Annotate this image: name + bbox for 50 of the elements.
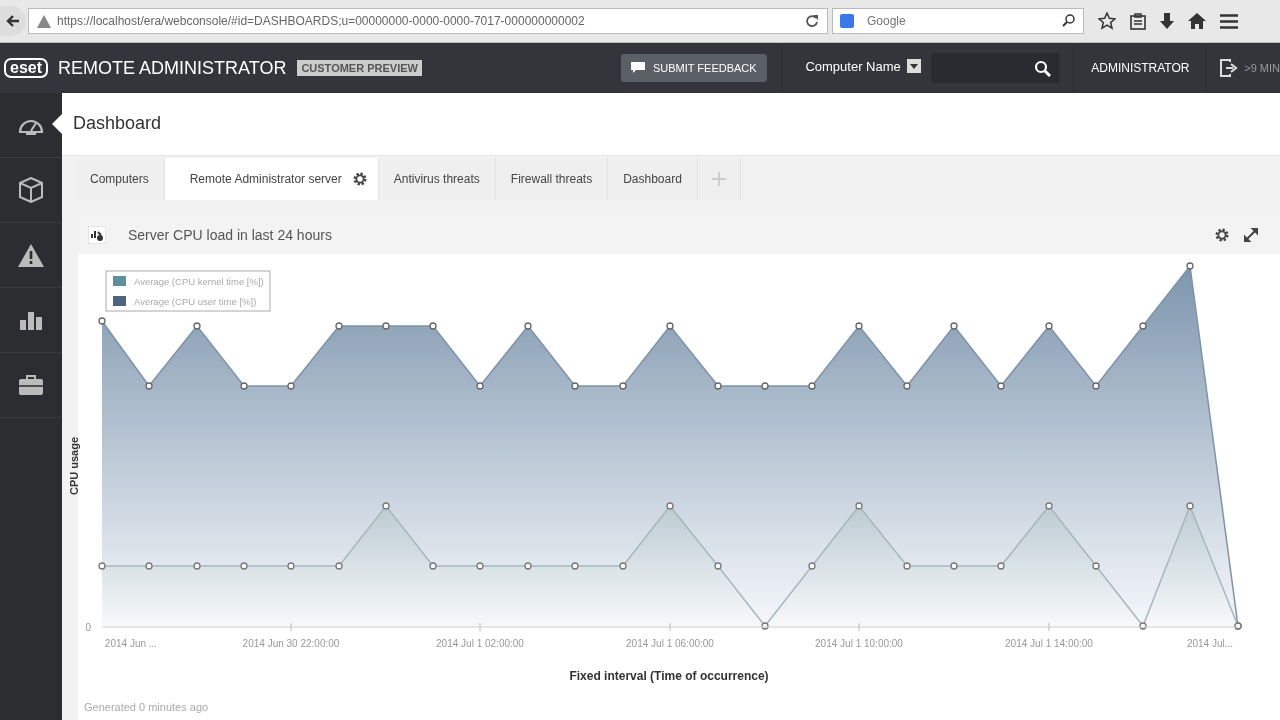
filter-dropdown[interactable]: Computer Name <box>795 58 931 74</box>
star-icon[interactable] <box>1098 12 1116 30</box>
warning-icon <box>18 243 44 267</box>
logout-button[interactable]: >9 MIN <box>1220 59 1280 77</box>
chart-type-icon[interactable] <box>88 226 106 244</box>
search-icon <box>1062 14 1075 27</box>
caret-icon <box>906 59 921 73</box>
y-axis-label: CPU usage <box>68 436 80 496</box>
search-field[interactable] <box>930 53 1059 83</box>
feedback-button[interactable]: SUBMIT FEEDBACK <box>620 54 767 82</box>
gear-icon[interactable] <box>351 171 368 187</box>
address-bar[interactable]: https://localhost/era/webconsole/#id=DASHBOARDS;u=00000000-0000-0000-7017-000000000002 <box>28 8 828 34</box>
menu-icon[interactable] <box>1220 13 1238 29</box>
briefcase-icon <box>19 375 43 395</box>
search-field[interactable]: Google <box>832 8 1084 34</box>
download-icon[interactable] <box>1160 12 1174 30</box>
x-tick-label: 2014 Jul 1 10:00:00 <box>815 638 903 649</box>
y-tick-label: 0 <box>85 622 91 633</box>
logout-icon <box>1220 59 1239 77</box>
tab[interactable]: Remote Administrator server <box>164 158 379 200</box>
back-button[interactable] <box>0 6 26 36</box>
user-name[interactable]: ADMINISTRATOR <box>1091 61 1190 75</box>
back-arrow-icon <box>5 13 21 29</box>
expand-icon[interactable] <box>1244 228 1258 242</box>
x-tick-label: 2014 Jun 30 22:00:00 <box>242 638 340 649</box>
page-title: Dashboard <box>62 93 1280 156</box>
home-icon[interactable] <box>1188 13 1206 29</box>
plus-icon <box>711 172 726 186</box>
search-engine-icon <box>840 14 854 28</box>
x-axis-label: Fixed interval (Time of occurrence) <box>568 669 770 683</box>
x-tick-label: 2014 Jul 1 06:00:00 <box>626 638 714 649</box>
app-title: REMOTE ADMINISTRATOR <box>58 57 287 79</box>
x-tick-label: 2014 Jun ... <box>104 638 158 649</box>
speech-bubble-icon <box>630 62 645 74</box>
legend-label: Average (CPU user time [%]) <box>134 296 257 307</box>
clipboard-icon[interactable] <box>1130 12 1146 30</box>
x-tick-label: 2014 Jul... <box>1186 638 1234 649</box>
search-icon <box>1033 59 1051 77</box>
settings-icon[interactable] <box>1214 227 1230 243</box>
preview-badge: CUSTOMER PREVIEW <box>297 60 422 76</box>
cube-icon <box>19 177 43 203</box>
x-tick-label: 2014 Jul 1 02:00:00 <box>436 638 524 649</box>
warning-icon <box>37 14 51 28</box>
panel-title: Server CPU load in last 24 hours <box>128 227 333 243</box>
logo: eset <box>4 58 49 78</box>
x-tick-label: 2014 Jul 1 14:00:00 <box>1005 638 1093 649</box>
reload-icon[interactable] <box>805 14 819 28</box>
generated-note: Generated 0 minutes ago <box>84 701 209 713</box>
legend-label: Average (CPU kernel time [%]) <box>134 276 264 287</box>
bar-chart-icon <box>20 310 42 330</box>
